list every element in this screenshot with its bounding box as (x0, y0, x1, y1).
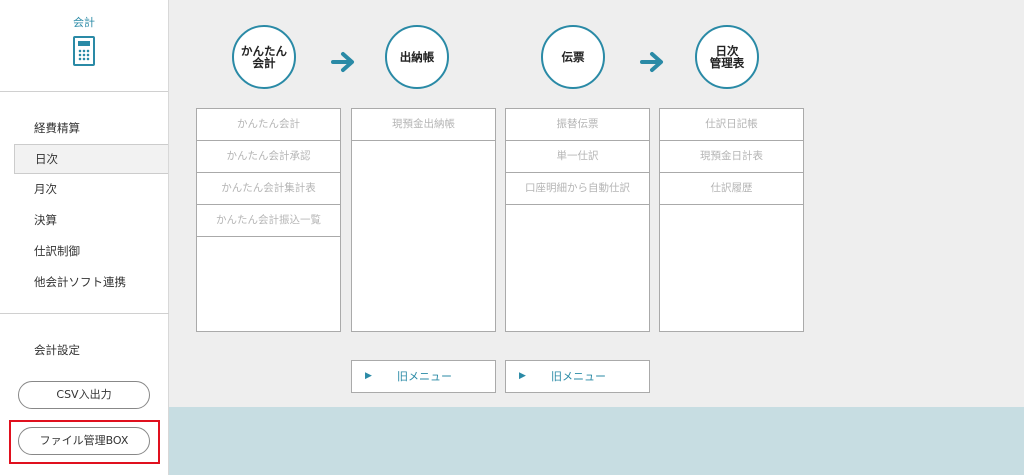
sidebar-item-journal-control[interactable]: 仕訳制御 (0, 236, 168, 267)
arrow-right-icon (331, 52, 354, 72)
flow-step-cash-book[interactable]: 出納帳 (385, 25, 449, 89)
menu-item-auto-journal-from-account[interactable]: 口座明細から自動仕訳 (506, 173, 649, 205)
menu-item-easy-accounting-transfer-list[interactable]: かんたん会計振込一覧 (197, 205, 340, 237)
csv-io-button[interactable]: CSV入出力 (18, 381, 150, 409)
sidebar-item-external-software[interactable]: 他会計ソフト連携 (0, 267, 168, 298)
old-menu-button[interactable]: ▶ 旧メニュー (351, 360, 496, 393)
sidebar: 会計 経費精算 日次 月次 決算 仕訳制御 他会計ソフト連携 会計設定 CSV入… (0, 0, 169, 475)
play-triangle-icon: ▶ (365, 371, 372, 381)
sidebar-item-expense[interactable]: 経費精算 (0, 113, 168, 144)
app-title: 会計 (73, 16, 95, 29)
flow-step-easy-accounting[interactable]: かんたん 会計 (232, 25, 296, 89)
menu-column-daily-report: 仕訳日記帳 現預金日計表 仕訳履歴 (659, 108, 804, 332)
flow-step-daily-report[interactable]: 日次 管理表 (695, 25, 759, 89)
menu-item-cash-deposit-book[interactable]: 現預金出納帳 (352, 109, 495, 141)
main-panel: かんたん 会計 出納帳 伝票 日次 管理表 かんたん会計 かんたん会計承認 かん… (169, 0, 1024, 407)
menu-item-easy-accounting-approval[interactable]: かんたん会計承認 (197, 141, 340, 173)
menu-item-journal-diary[interactable]: 仕訳日記帳 (660, 109, 803, 141)
menu-item-easy-accounting-summary[interactable]: かんたん会計集計表 (197, 173, 340, 205)
play-triangle-icon: ▶ (519, 371, 526, 381)
old-menu-button[interactable]: ▶ 旧メニュー (505, 360, 650, 393)
file-box-button[interactable]: ファイル管理BOX (18, 427, 150, 455)
menu-column-easy-accounting: かんたん会計 かんたん会計承認 かんたん会計集計表 かんたん会計振込一覧 (196, 108, 341, 332)
footer-band (169, 407, 1024, 475)
menu-column-cash-book: 現預金出納帳 (351, 108, 496, 332)
sidebar-item-monthly[interactable]: 月次 (0, 174, 168, 205)
old-menu-label: 旧メニュー (397, 370, 452, 383)
flow-step-voucher[interactable]: 伝票 (541, 25, 605, 89)
sidebar-divider (0, 313, 169, 314)
app-header: 会計 (0, 0, 168, 92)
menu-item-transfer-voucher[interactable]: 振替伝票 (506, 109, 649, 141)
menu-column-voucher: 振替伝票 単一仕訳 口座明細から自動仕訳 (505, 108, 650, 332)
arrow-right-icon (640, 52, 663, 72)
sidebar-nav: 経費精算 日次 月次 決算 仕訳制御 他会計ソフト連携 (0, 92, 168, 298)
menu-item-single-journal[interactable]: 単一仕訳 (506, 141, 649, 173)
sidebar-item-daily[interactable]: 日次 (14, 144, 168, 174)
menu-item-journal-history[interactable]: 仕訳履歴 (660, 173, 803, 205)
menu-item-cash-daily-sheet[interactable]: 現預金日計表 (660, 141, 803, 173)
accounting-settings-link[interactable]: 会計設定 (34, 342, 80, 358)
old-menu-label: 旧メニュー (551, 370, 606, 383)
menu-item-easy-accounting[interactable]: かんたん会計 (197, 109, 340, 141)
calculator-icon (73, 36, 95, 66)
sidebar-item-closing[interactable]: 決算 (0, 205, 168, 236)
